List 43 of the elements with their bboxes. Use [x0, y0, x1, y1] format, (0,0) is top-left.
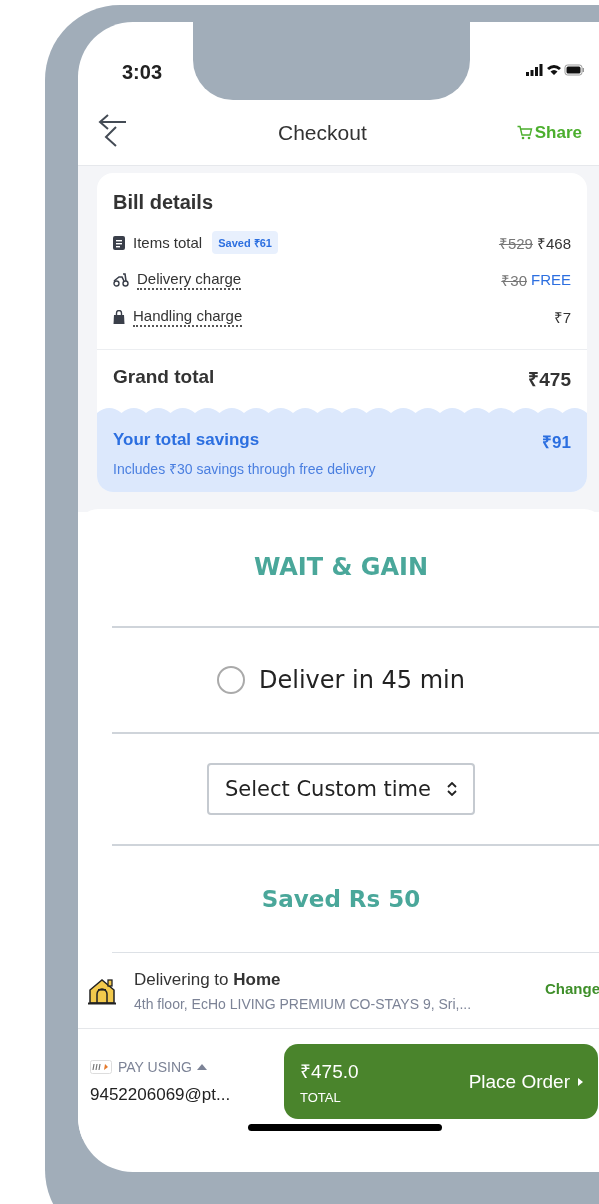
bill-price: ₹7	[553, 307, 571, 327]
payment-account: 9452206069@pt...	[90, 1084, 232, 1105]
delivery-option[interactable]: Deliver in 45 min	[217, 666, 465, 694]
savings-note: Includes ₹30 savings through free delivery	[113, 460, 377, 478]
saved-amount: Saved Rs 50	[260, 885, 422, 914]
page-title: Checkout	[277, 120, 368, 145]
section-heading: WAIT & GAIN	[252, 552, 430, 583]
order-amount-label: TOTAL	[300, 1090, 341, 1105]
original-price: ₹30	[501, 270, 527, 290]
address-detail: 4th floor, EcHo LIVING PREMIUM CO-STAYS 9, Sri,...	[134, 995, 473, 1012]
status-time: 3:03	[122, 60, 163, 84]
order-amount: ₹475.0	[300, 1060, 359, 1084]
original-price: ₹529	[498, 233, 533, 253]
bill-label: Delivery charge	[137, 269, 242, 290]
bill-title: Bill details	[113, 191, 215, 214]
house-icon	[88, 976, 116, 1005]
place-order-button[interactable]: ₹475.0 TOTAL Place Order	[284, 1044, 598, 1119]
receipt-icon	[113, 235, 125, 250]
upi-icon	[90, 1059, 112, 1074]
grand-total-value: ₹475	[528, 368, 571, 392]
savings-value: ₹91	[542, 432, 571, 453]
cart-icon	[516, 125, 533, 140]
custom-time-select[interactable]: Select Custom time	[206, 763, 475, 815]
bill-label: Items total	[133, 234, 203, 251]
status-icons	[526, 62, 584, 78]
grand-total-label: Grand total	[113, 366, 215, 389]
caret-right-icon	[578, 1076, 584, 1087]
share-button[interactable]: Share	[516, 122, 582, 143]
pay-using-button[interactable]: PAY USING	[118, 1058, 207, 1075]
caret-up-icon	[196, 1063, 207, 1070]
back-icon[interactable]	[98, 112, 128, 147]
bill-price: FREE	[531, 271, 571, 288]
radio-button[interactable]	[217, 666, 245, 694]
savings-label: Your total savings	[113, 430, 260, 451]
bill-label: Handling charge	[133, 306, 243, 327]
delivery-address-title: Delivering to Home	[134, 969, 282, 990]
bag-icon	[113, 309, 125, 324]
scooter-icon	[113, 272, 129, 287]
change-button[interactable]: Change	[545, 980, 599, 997]
sort-arrows-icon	[447, 782, 457, 796]
saved-badge: Saved ₹61	[212, 231, 278, 254]
bill-price: ₹468	[536, 233, 571, 253]
place-order-label: Place Order	[468, 1070, 584, 1093]
